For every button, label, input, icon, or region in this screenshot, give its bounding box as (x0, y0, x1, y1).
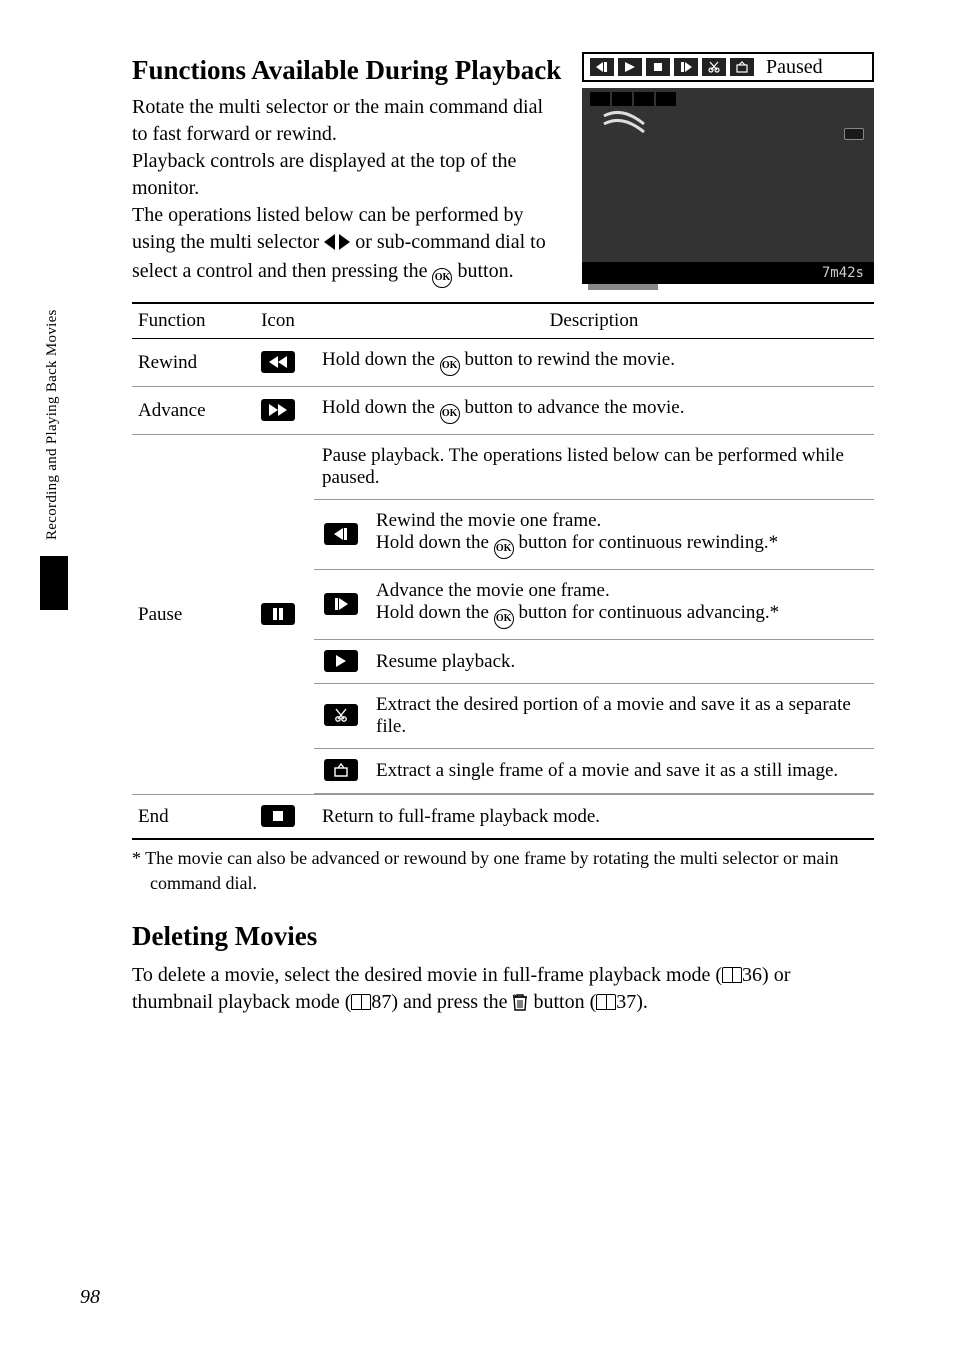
scissors-icon (324, 704, 358, 726)
col-icon: Icon (242, 303, 314, 339)
book-icon (351, 994, 371, 1010)
play-icon (324, 650, 358, 672)
row-label: Pause (132, 435, 242, 795)
table-header-row: Function Icon Description (132, 303, 874, 339)
footnote: * The movie can also be advanced or rewo… (132, 846, 874, 895)
row-icon-cell (242, 339, 314, 387)
scissors-icon (702, 58, 726, 76)
side-tab-label: Recording and Playing Back Movies (44, 226, 66, 546)
rewind-icon (261, 351, 295, 373)
ok-button-icon: OK (440, 356, 460, 376)
frame-forward-icon (324, 593, 358, 615)
preview-timebar: 7m42s (582, 262, 874, 284)
row-icon-cell (242, 795, 314, 840)
row-icon-cell (242, 387, 314, 435)
progress-bar (588, 284, 658, 290)
preview-time: 7m42s (822, 265, 864, 281)
frame-back-icon (590, 58, 614, 76)
sub-icon-cell (314, 640, 368, 684)
row-icon-cell (242, 435, 314, 795)
functions-table: Function Icon Description Rewind Hold do… (132, 302, 874, 840)
preview-mini-controls (590, 92, 866, 106)
table-row: End Return to full-frame playback mode. (132, 795, 874, 840)
col-description: Description (314, 303, 874, 339)
ok-button-icon: OK (494, 539, 514, 559)
deleting-title: Deleting Movies (132, 921, 874, 952)
table-row-pause: Pause Pause playback. The operations lis… (132, 435, 874, 795)
preview-panel: Paused 7m42s (582, 52, 874, 284)
pause-nested-cell: Pause playback. The operations listed be… (314, 435, 874, 795)
extract-frame-icon (324, 759, 358, 781)
row-label: End (132, 795, 242, 840)
stop-icon (646, 58, 670, 76)
preview-state-label: Paused (766, 56, 823, 79)
pause-icon (261, 603, 295, 625)
pause-subtable: Pause playback. The operations listed be… (314, 435, 874, 794)
page-number: 98 (80, 1286, 100, 1309)
deleting-body: To delete a movie, select the desired mo… (132, 962, 874, 1019)
pause-header: Pause playback. The operations listed be… (314, 435, 874, 500)
preview-controls-bar: Paused (582, 52, 874, 82)
preview-frame: 7m42s (582, 88, 874, 284)
book-icon (722, 967, 742, 983)
trash-icon (512, 992, 528, 1019)
ok-button-icon: OK (440, 404, 460, 424)
stop-icon (261, 805, 295, 827)
sub-icon-cell (314, 500, 368, 570)
sub-desc: Rewind the movie one frame. Hold down th… (368, 500, 874, 570)
section-title: Functions Available During Playback (132, 54, 572, 86)
extract-frame-icon (730, 58, 754, 76)
intro-text: Rotate the multi selector or the main co… (132, 94, 562, 288)
row-desc: Hold down the OK button to rewind the mo… (314, 339, 874, 387)
sub-desc: Resume playback. (368, 640, 874, 684)
row-desc: Hold down the OK button to advance the m… (314, 387, 874, 435)
left-right-arrow-icon (324, 231, 350, 258)
sub-icon-cell (314, 684, 368, 749)
table-row: Rewind Hold down the OK button to rewind… (132, 339, 874, 387)
book-icon (596, 994, 616, 1010)
fast-forward-icon (261, 399, 295, 421)
swoosh-icon (602, 110, 646, 140)
sub-desc: Extract the desired portion of a movie a… (368, 684, 874, 749)
sub-desc: Extract a single frame of a movie and sa… (368, 749, 874, 794)
frame-back-icon (324, 523, 358, 545)
table-row: Advance Hold down the OK button to advan… (132, 387, 874, 435)
row-label: Rewind (132, 339, 242, 387)
col-function: Function (132, 303, 242, 339)
side-tab-marker (40, 556, 68, 610)
sub-icon-cell (314, 749, 368, 794)
ok-button-icon: OK (432, 268, 452, 288)
frame-fwd-icon (674, 58, 698, 76)
battery-icon (844, 128, 864, 140)
ok-button-icon: OK (494, 609, 514, 629)
sub-icon-cell (314, 570, 368, 640)
row-label: Advance (132, 387, 242, 435)
play-icon (618, 58, 642, 76)
row-desc: Return to full-frame playback mode. (314, 795, 874, 840)
sub-desc: Advance the movie one frame. Hold down t… (368, 570, 874, 640)
